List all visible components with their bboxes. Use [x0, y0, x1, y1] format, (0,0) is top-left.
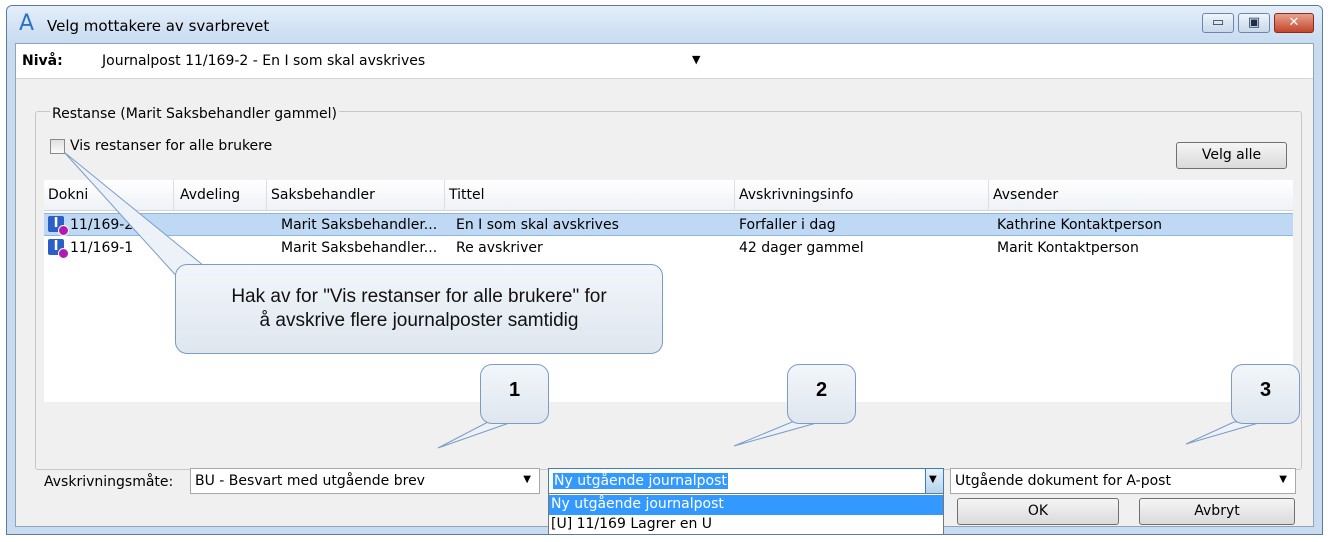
journalpost-dropdown-list[interactable]: Ny utgående journalpost [U] 11/169 Lagre… [548, 493, 944, 534]
table-row[interactable]: I 11/169-2 Marit Saksbehandler... En I s… [44, 213, 1293, 236]
cell-avskrivningsinfo: Forfaller i dag [739, 217, 836, 233]
chevron-down-icon: ▼ [929, 474, 937, 485]
dropdown-option[interactable]: Ny utgående journalpost [549, 495, 943, 515]
cell-avsender: Kathrine Kontaktperson [997, 217, 1163, 233]
close-button[interactable]: ✕ [1274, 13, 1314, 33]
cell-tittel: Re avskriver [456, 240, 543, 256]
number-3-label: 3 [1259, 379, 1272, 401]
hint-callout: Hak av for "Vis restanser for alle bruke… [175, 264, 663, 354]
dropdown-option[interactable]: [U] 11/169 Lagrer en U [549, 515, 943, 534]
minimize-icon: ▭ [1211, 15, 1225, 30]
number-2-label: 2 [815, 379, 828, 401]
app-logo-icon: A [19, 11, 35, 36]
chevron-down-icon: ▼ [523, 474, 531, 485]
vis-restanser-label[interactable]: Vis restanser for alle brukere [70, 138, 272, 154]
niva-row: Nivå: Journalpost 11/169-2 - En I som sk… [16, 44, 1313, 79]
cell-saksbehandler: Marit Saksbehandler... [281, 240, 438, 256]
dropdown-button[interactable]: ▼ [925, 469, 943, 493]
hint-text-line2: å avskrive flere journalposter samtidig [259, 310, 579, 331]
col-header-dokni[interactable]: Dokni [48, 187, 88, 203]
cell-tittel: En I som skal avskrives [456, 217, 619, 233]
close-icon: ✕ [1288, 15, 1300, 30]
number-1-label: 1 [508, 379, 521, 401]
journalpost-select[interactable]: Ny utgående journalpost ▼ [548, 468, 944, 494]
journalpost-value: Ny utgående journalpost [553, 473, 728, 489]
maximize-icon: ▣ [1247, 15, 1261, 30]
col-header-tittel[interactable]: Tittel [449, 187, 485, 203]
chevron-down-icon: ▼ [1279, 474, 1287, 485]
minimize-button[interactable]: ▭ [1202, 13, 1234, 33]
title-bar[interactable]: A Velg mottakere av svarbrevet ▭ ▣ ✕ [7, 6, 1322, 43]
table-row[interactable]: I 11/169-1 Marit Saksbehandler... Re avs… [44, 237, 1293, 260]
velg-alle-button[interactable]: Velg alle [1176, 142, 1287, 169]
window-title: Velg mottakere av svarbrevet [47, 17, 270, 35]
col-header-saksbehandler[interactable]: Saksbehandler [271, 187, 375, 203]
restanse-badge-icon [58, 225, 69, 236]
avskrivningsmate-value: BU - Besvart med utgående brev [195, 473, 425, 489]
avskrivningsmate-select[interactable]: BU - Besvart med utgående brev ▼ [190, 468, 540, 494]
ok-button[interactable]: OK [957, 498, 1119, 525]
avbryt-button[interactable]: Avbryt [1139, 498, 1295, 525]
col-header-avsender[interactable]: Avsender [993, 187, 1058, 203]
cell-doknr: 11/169-1 [70, 240, 134, 256]
restanse-badge-icon [58, 248, 69, 259]
list-header: Dokni Avdeling Saksbehandler Tittel Avsk… [44, 180, 1293, 211]
group-title: Restanse (Marit Saksbehandler gammel) [50, 106, 340, 122]
avskrivningsmate-label: Avskrivningsmåte: [44, 474, 174, 490]
maximize-button[interactable]: ▣ [1238, 13, 1270, 33]
niva-label: Nivå: [22, 53, 63, 69]
niva-select[interactable]: Journalpost 11/169-2 - En I som skal avs… [102, 53, 425, 69]
callout-number-3: 3 [1231, 364, 1300, 424]
cell-saksbehandler: Marit Saksbehandler... [281, 217, 438, 233]
cell-doknr: 11/169-2 [70, 217, 134, 233]
chevron-down-icon[interactable]: ▼ [692, 53, 700, 66]
callout-number-1: 1 [480, 364, 549, 424]
callout-number-2: 2 [787, 364, 856, 424]
cell-avskrivningsinfo: 42 dager gammel [739, 240, 864, 256]
hint-text-line1: Hak av for "Vis restanser for alle bruke… [231, 286, 607, 307]
dokument-value: Utgående dokument for A-post [955, 473, 1171, 489]
dokument-select[interactable]: Utgående dokument for A-post ▼ [950, 468, 1296, 494]
vis-restanser-checkbox[interactable] [50, 139, 65, 154]
col-header-avdeling[interactable]: Avdeling [180, 187, 240, 203]
cell-avsender: Marit Kontaktperson [997, 240, 1139, 256]
col-header-avskrivningsinfo[interactable]: Avskrivningsinfo [739, 187, 853, 203]
